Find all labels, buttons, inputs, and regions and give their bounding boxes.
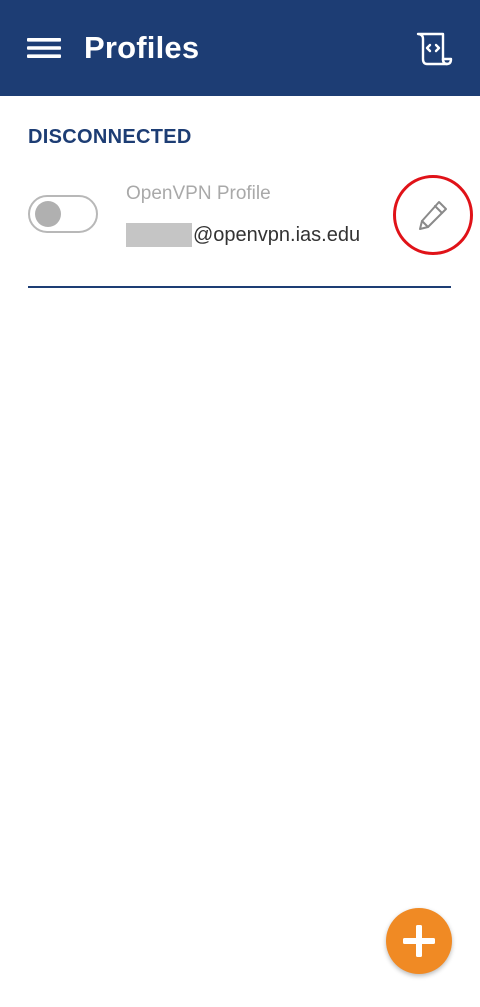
page-title: Profiles <box>84 30 200 65</box>
app-bar: Profiles <box>0 0 480 96</box>
account-domain: @openvpn.ias.edu <box>193 223 361 246</box>
connection-status-label: DISCONNECTED <box>28 126 192 148</box>
profile-name: OpenVPN Profile <box>126 183 271 204</box>
toggle-knob <box>35 201 61 227</box>
log-file-icon <box>412 32 456 74</box>
edit-profile-button[interactable] <box>393 175 473 255</box>
menu-button[interactable] <box>22 28 66 68</box>
redacted-username <box>126 223 192 247</box>
add-profile-button[interactable] <box>386 908 452 974</box>
log-button[interactable] <box>412 26 456 70</box>
hamburger-menu-icon <box>22 28 66 68</box>
profile-item: OpenVPN Profile @openvpn.ias.edu <box>0 172 480 284</box>
divider <box>28 286 451 288</box>
connection-toggle[interactable] <box>28 195 98 233</box>
profile-account: @openvpn.ias.edu <box>126 221 360 249</box>
